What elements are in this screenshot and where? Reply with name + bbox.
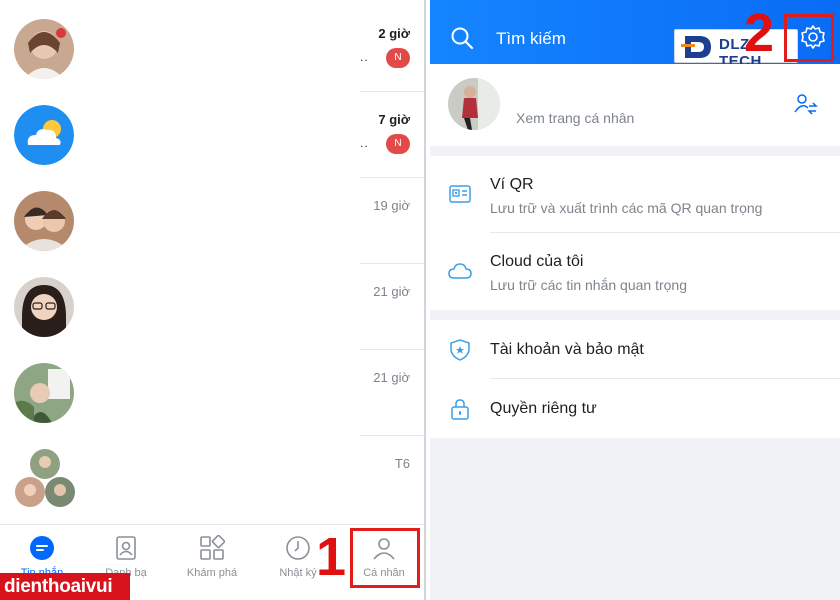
group-avatar — [14, 448, 76, 510]
avatar — [14, 363, 74, 423]
lock-icon — [451, 399, 469, 420]
avatar — [14, 277, 74, 337]
clock-icon — [286, 536, 310, 560]
switch-account-icon[interactable] — [794, 92, 818, 116]
unread-badge: N — [386, 134, 410, 154]
menu-item-title: Quyền riêng tư — [490, 400, 597, 417]
menu-item-subtitle: Lưu trữ các tin nhắn quan trọng — [490, 277, 687, 293]
weather-avatar — [14, 105, 74, 165]
chat-list-screen: 2 giờ .. N 7 giờ .. N 19 giờ 21 giờ 21 g — [0, 0, 426, 600]
search-input[interactable]: Tìm kiếm — [496, 29, 566, 49]
menu-item-subtitle: Lưu trữ và xuất trình các mã QR quan trọ… — [490, 200, 763, 216]
settings-group-storage: Ví QR Lưu trữ và xuất trình các mã QR qu… — [430, 156, 840, 310]
chat-row[interactable]: 2 giờ .. N — [0, 6, 424, 92]
profile-screen: Tìm kiếm DLZ TECH 2 Xem trang cá nhân Ví… — [430, 0, 840, 600]
avatar — [14, 191, 74, 251]
step-2-number: 2 — [744, 3, 775, 63]
settings-group-account: Tài khoản và bảo mật Quyền riêng tư — [430, 320, 840, 438]
chat-row[interactable]: 21 giờ — [0, 264, 424, 350]
dlz-tech-logo: DLZ TECH — [674, 29, 798, 70]
chat-row[interactable]: 21 giờ — [0, 350, 424, 436]
chat-preview: .. — [360, 50, 369, 64]
view-profile-link[interactable]: Xem trang cá nhân — [516, 110, 634, 126]
tab-discover[interactable]: Khám phá — [170, 525, 254, 600]
contacts-icon — [116, 536, 136, 560]
nav-label: Khám phá — [186, 567, 238, 579]
avatar — [448, 78, 500, 130]
chat-row[interactable]: T6 — [0, 436, 424, 522]
menu-item-my-cloud[interactable]: Cloud của tôi Lưu trữ các tin nhắn quan … — [430, 233, 840, 310]
qr-wallet-icon — [449, 185, 471, 203]
step-2-highlight — [784, 14, 834, 62]
menu-item-title: Ví QR — [490, 176, 534, 193]
chat-time: 19 giờ — [373, 198, 410, 213]
chat-time: 21 giờ — [373, 284, 410, 299]
cloud-icon — [448, 263, 472, 279]
menu-item-title: Tài khoản và bảo mật — [490, 341, 644, 358]
menu-item-qr-wallet[interactable]: Ví QR Lưu trữ và xuất trình các mã QR qu… — [430, 156, 840, 233]
chat-row[interactable]: 19 giờ — [0, 178, 424, 264]
chat-bubble-icon — [30, 536, 54, 560]
chat-time: 21 giờ — [373, 370, 410, 385]
chat-row[interactable]: 7 giờ .. N — [0, 92, 424, 178]
menu-item-privacy[interactable]: Quyền riêng tư — [430, 379, 840, 438]
avatar — [14, 19, 74, 79]
chat-time: 7 giờ — [378, 112, 410, 127]
chat-preview: .. — [360, 136, 369, 150]
grid-icon — [200, 535, 225, 560]
shield-icon — [450, 339, 470, 361]
menu-item-account-security[interactable]: Tài khoản và bảo mật — [430, 320, 840, 379]
chat-time: T6 — [394, 456, 410, 471]
step-1-highlight — [350, 528, 420, 588]
menu-item-title: Cloud của tôi — [490, 253, 584, 270]
unread-badge: N — [386, 48, 410, 68]
search-icon[interactable] — [450, 26, 474, 50]
profile-card[interactable]: Xem trang cá nhân — [430, 64, 840, 146]
chat-time: 2 giờ — [378, 26, 410, 41]
watermark: dienthoaivui — [0, 573, 130, 600]
step-1-number: 1 — [316, 527, 347, 587]
